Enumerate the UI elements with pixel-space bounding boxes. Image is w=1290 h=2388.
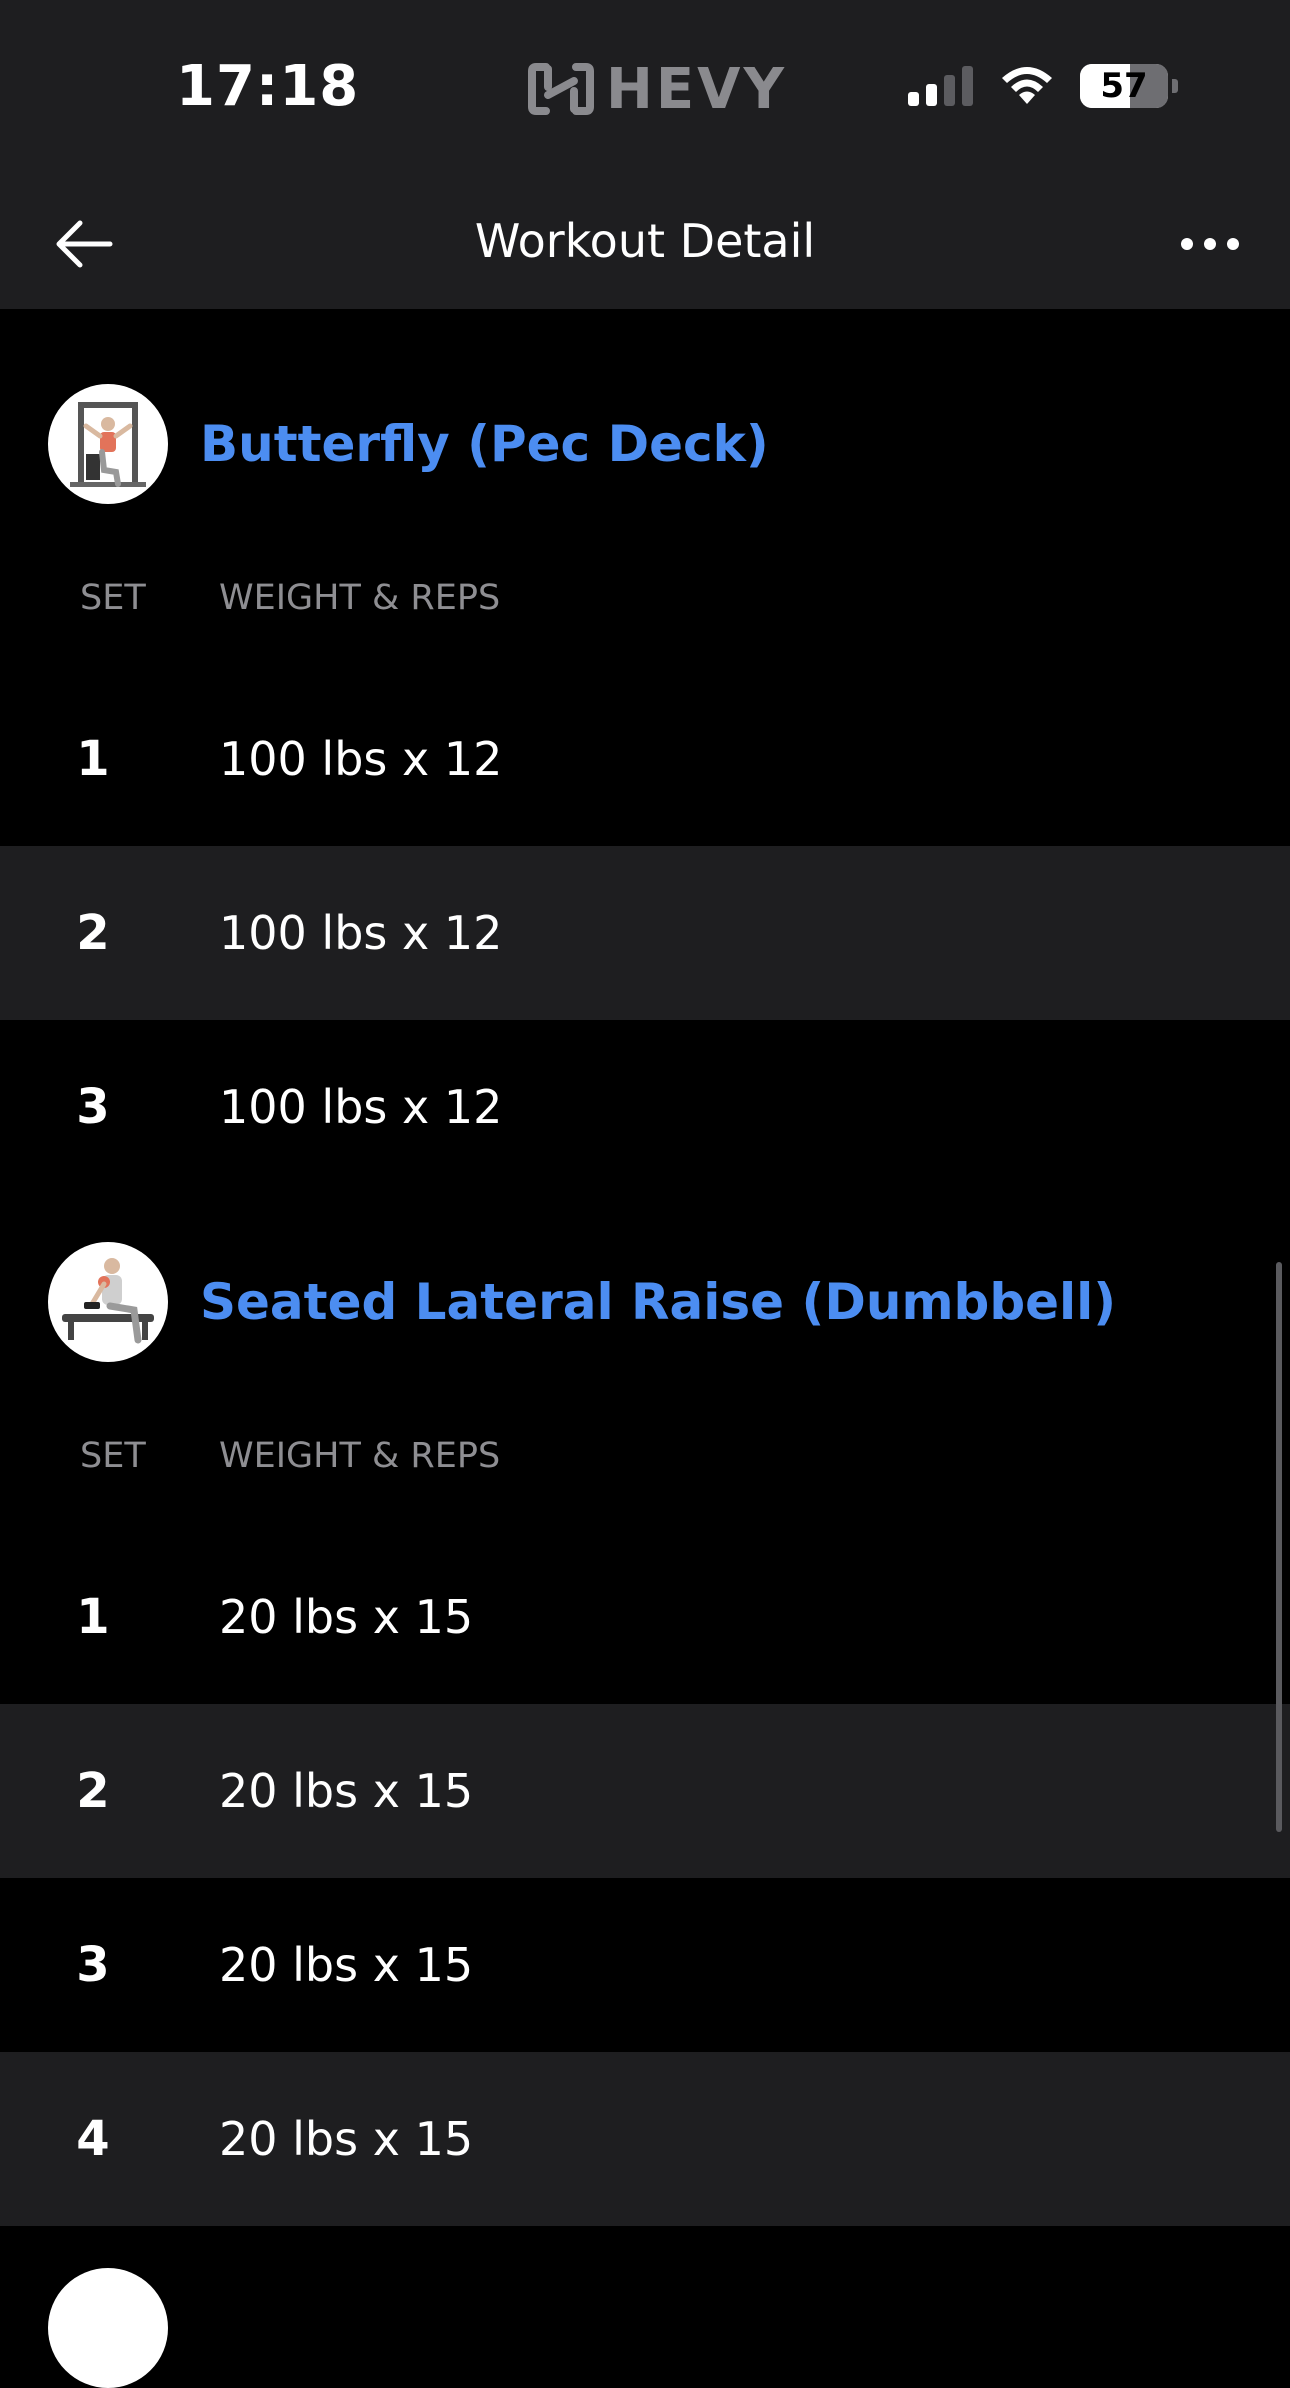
battery-indicator: 57 [1080,64,1168,108]
page-title: Workout Detail [474,214,816,268]
set-weight-reps: 100 lbs x 12 [219,1080,503,1134]
set-row: 1 20 lbs x 15 [0,1530,1290,1704]
set-number: 3 [76,1079,110,1135]
weight-reps-column-label: WEIGHT & REPS [219,1436,501,1476]
set-column-label: SET [80,1436,146,1476]
set-weight-reps: 20 lbs x 15 [219,1938,474,1992]
weight-reps-column-label: WEIGHT & REPS [219,578,501,618]
more-options-button[interactable] [1174,220,1246,268]
exercise-header[interactable]: Butterfly (Pec Deck) [48,384,769,504]
set-number: 2 [76,905,110,961]
set-row: 2 20 lbs x 15 [0,1704,1290,1878]
set-number: 1 [76,731,110,787]
cellular-signal-icon [908,66,973,106]
set-number: 2 [76,1763,110,1819]
top-bar: 17:18 HEVY 57 Workout Detail [0,0,1290,309]
exercise-header[interactable]: Seated Lateral Raise (Dumbbell) [48,1242,1116,1362]
set-weight-reps: 20 lbs x 15 [219,1764,474,1818]
set-number: 3 [76,1937,110,1993]
set-column-label: SET [80,578,146,618]
set-row: 2 100 lbs x 12 [0,846,1290,1020]
set-row: 3 20 lbs x 15 [0,1878,1290,2052]
pec-deck-machine-icon [70,402,146,487]
exercise-thumbnail[interactable] [48,2268,168,2388]
set-weight-reps: 20 lbs x 15 [219,2112,474,2166]
set-row: 4 20 lbs x 15 [0,2052,1290,2226]
sets-column-header: SET WEIGHT & REPS [0,1436,1290,1496]
exercise-thumbnail[interactable] [48,384,168,504]
set-weight-reps: 100 lbs x 12 [219,732,503,786]
brand-logo: HEVY [528,56,788,122]
set-number: 4 [76,2111,110,2167]
wifi-icon [1002,67,1052,104]
set-number: 1 [76,1589,110,1645]
brand-text: HEVY [606,56,788,122]
set-row: 1 100 lbs x 12 [0,672,1290,846]
set-weight-reps: 100 lbs x 12 [219,906,503,960]
status-icons: 57 [908,64,1178,108]
hevy-logo-icon [528,63,594,115]
status-time: 17:18 [176,54,360,119]
battery-level-text: 57 [1100,66,1148,106]
sets-column-header: SET WEIGHT & REPS [0,578,1290,638]
scrollbar[interactable] [1276,1262,1282,1832]
set-row: 3 100 lbs x 12 [0,1020,1290,1194]
exercise-thumbnail[interactable] [48,1242,168,1362]
battery-cap [1172,79,1178,93]
more-horizontal-icon [1181,238,1239,250]
seated-lateral-raise-icon [62,1258,154,1344]
exercise-name-link[interactable]: Butterfly (Pec Deck) [200,415,769,473]
exercise-name-link[interactable]: Seated Lateral Raise (Dumbbell) [200,1273,1116,1331]
set-weight-reps: 20 lbs x 15 [219,1590,474,1644]
